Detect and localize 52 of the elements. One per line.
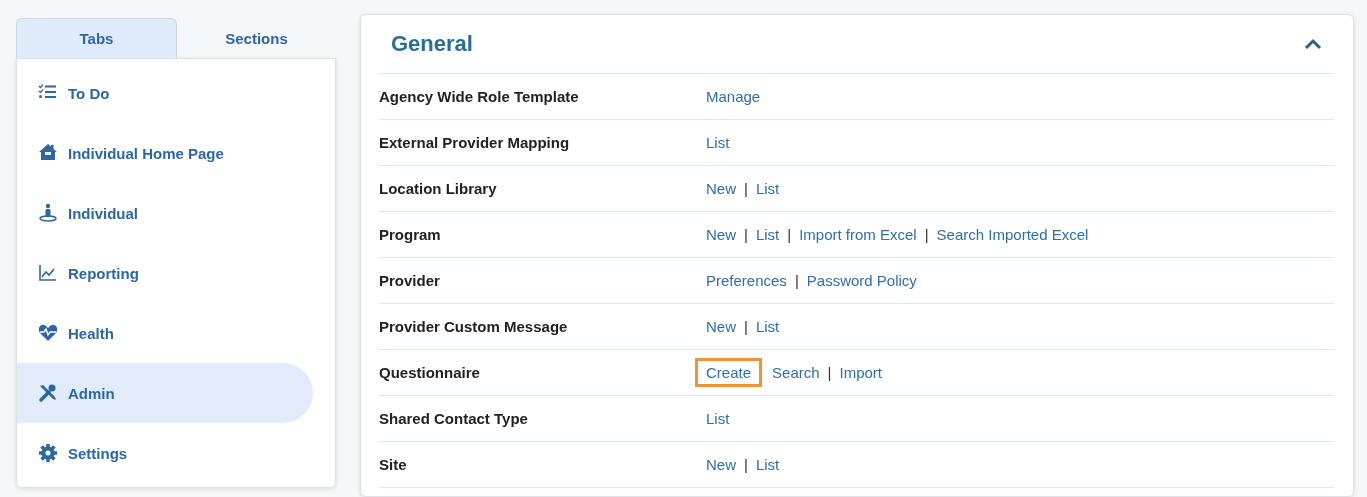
row-label: Provider xyxy=(379,272,441,289)
link[interactable]: List xyxy=(755,456,780,473)
separator: | xyxy=(744,226,748,243)
heartbeat-icon xyxy=(38,323,58,343)
separator: | xyxy=(744,180,748,197)
separator: | xyxy=(827,364,832,381)
link[interactable]: New xyxy=(706,318,736,335)
link[interactable]: List xyxy=(755,318,780,335)
link[interactable]: Manage xyxy=(706,88,761,105)
link[interactable]: List xyxy=(755,180,780,197)
sidebar-item[interactable]: Settings xyxy=(17,423,313,483)
link[interactable]: Create xyxy=(695,358,763,387)
link[interactable]: Search xyxy=(772,364,820,381)
sidebar-item[interactable]: Individual xyxy=(17,183,313,243)
chevron-up-icon[interactable] xyxy=(1304,38,1322,50)
sidebar-item[interactable]: Reporting xyxy=(17,243,313,303)
row-label: Location Library xyxy=(379,180,498,197)
separator: | xyxy=(794,272,799,289)
row-label: Shared Contact Type xyxy=(379,410,529,427)
separator: | xyxy=(744,456,748,473)
wrench-screwdriver-icon xyxy=(38,383,58,403)
link[interactable]: New xyxy=(706,226,736,243)
link[interactable]: New xyxy=(706,180,736,197)
link[interactable]: Preferences xyxy=(706,272,787,289)
link[interactable]: Search Imported Excel xyxy=(936,226,1089,243)
tab[interactable]: Tabs xyxy=(16,18,177,58)
link[interactable]: List xyxy=(706,134,730,151)
link[interactable]: List xyxy=(706,410,730,427)
link[interactable]: Import from Excel xyxy=(799,226,917,243)
section-title: General xyxy=(391,31,473,57)
sidebar-item[interactable]: Individual Home Page xyxy=(17,123,313,183)
row-label: Provider Custom Message xyxy=(379,318,569,335)
gear-icon xyxy=(38,443,58,463)
separator: | xyxy=(787,226,792,243)
link[interactable]: Password Policy xyxy=(806,272,917,289)
link[interactable]: New xyxy=(706,456,736,473)
row-label: External Provider Mapping xyxy=(379,134,571,151)
separator: | xyxy=(744,318,748,335)
tab[interactable]: Sections xyxy=(177,18,336,58)
row-label: Questionnaire xyxy=(379,364,481,381)
sidebar-item[interactable]: To Do xyxy=(17,63,313,123)
separator: | xyxy=(924,226,929,243)
line-chart-icon xyxy=(38,263,58,283)
row-label: Program xyxy=(379,226,442,243)
row-label: Agency Wide Role Template xyxy=(379,88,580,105)
row-label: Site xyxy=(379,456,408,473)
house-icon xyxy=(38,143,58,163)
link[interactable]: List xyxy=(755,226,780,243)
link[interactable]: Import xyxy=(839,364,882,381)
sidebar-item[interactable]: Health xyxy=(17,303,313,363)
sidebar-item[interactable]: Admin xyxy=(17,363,313,423)
person-icon xyxy=(38,203,58,223)
